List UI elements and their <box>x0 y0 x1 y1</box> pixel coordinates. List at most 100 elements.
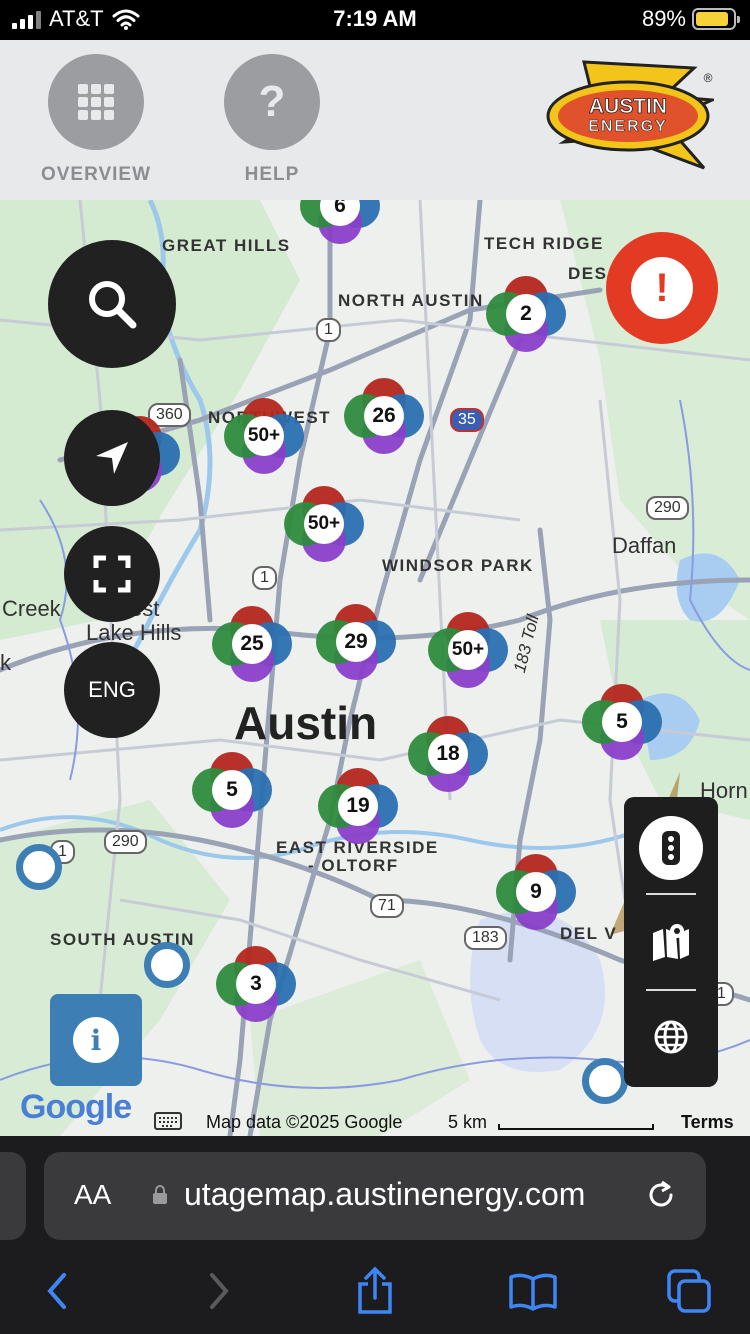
satellite-layer-button[interactable] <box>624 1019 718 1055</box>
outage-cluster[interactable]: 26 <box>344 376 424 456</box>
globe-icon <box>654 1020 688 1054</box>
cluster-count: 2 <box>506 294 546 334</box>
outage-cluster[interactable]: 2 <box>486 274 566 354</box>
label-des: DES <box>568 264 608 283</box>
address-bar[interactable]: AA utagemap.austinenergy.com <box>44 1152 706 1240</box>
reload-icon[interactable] <box>644 1178 678 1212</box>
outage-cluster[interactable]: 3 <box>216 944 296 1024</box>
fullscreen-icon <box>93 555 131 593</box>
label-west-lake-hills-2: Lake Hills <box>86 620 182 645</box>
forward-button[interactable] <box>194 1266 244 1316</box>
outage-map[interactable]: GREAT HILLS TECH RIDGE DES NORTH AUSTIN … <box>0 200 750 1136</box>
fullscreen-button[interactable] <box>64 526 160 622</box>
tabs-icon <box>667 1269 711 1313</box>
label-creek: Creek <box>2 596 61 621</box>
battery-icon <box>692 8 740 30</box>
outage-cluster[interactable]: 5 <box>192 750 272 830</box>
chevron-left-icon <box>47 1273 66 1309</box>
previous-tab-stub[interactable] <box>0 1152 26 1240</box>
cluster-count: 18 <box>428 734 468 774</box>
alert-icon: ! <box>631 257 693 319</box>
outage-cluster[interactable]: 5 <box>582 682 662 762</box>
single-outage-marker[interactable] <box>16 844 62 890</box>
help-label: HELP <box>244 164 300 185</box>
app-header: OVERVIEW ? HELP AUSTIN ENERGY ® <box>0 40 750 200</box>
map-attribution: Map data ©2025 Google 5 km Terms <box>0 1108 750 1136</box>
interstate-shield: 35 <box>450 408 484 432</box>
my-location-button[interactable] <box>64 410 160 506</box>
info-icon: i <box>73 1017 119 1063</box>
single-outage-marker[interactable] <box>144 942 190 988</box>
cluster-count: 19 <box>338 786 378 826</box>
outage-cluster[interactable]: 50+ <box>284 484 364 564</box>
cluster-count: 50+ <box>304 504 344 544</box>
traffic-light-layer-button[interactable] <box>624 815 718 881</box>
cluster-count: 25 <box>232 624 272 664</box>
share-icon <box>358 1266 392 1314</box>
label-k: k <box>0 650 11 675</box>
cluster-count: 5 <box>212 770 252 810</box>
outage-cluster[interactable]: 50+ <box>428 610 508 690</box>
label-tech-ridge: TECH RIDGE <box>484 234 604 253</box>
logo-text-energy: ENERGY <box>588 118 668 135</box>
map-layer-button[interactable] <box>624 921 718 961</box>
logo-text-austin: AUSTIN <box>589 95 667 118</box>
cluster-count: 50+ <box>244 416 284 456</box>
bookmarks-button[interactable] <box>508 1266 558 1316</box>
cluster-count: 5 <box>602 702 642 742</box>
scale-bar <box>498 1124 654 1130</box>
help-button[interactable]: ? HELP <box>212 54 332 186</box>
highway-shield: 1 <box>252 566 277 590</box>
highway-shield: 290 <box>104 830 147 854</box>
back-button[interactable] <box>32 1266 82 1316</box>
outage-cluster[interactable]: 25 <box>212 604 292 684</box>
search-button[interactable] <box>48 240 176 368</box>
outage-cluster[interactable]: 9 <box>496 852 576 932</box>
highway-shield: 290 <box>646 496 689 520</box>
highway-shield: 1 <box>316 318 341 342</box>
label-great-hills: GREAT HILLS <box>162 236 291 255</box>
outage-cluster[interactable]: 29 <box>316 602 396 682</box>
tabs-button[interactable] <box>664 1266 714 1316</box>
map-data-text: Map data ©2025 Google <box>206 1112 403 1132</box>
outage-alert-button[interactable]: ! <box>606 232 718 344</box>
overview-button[interactable]: OVERVIEW <box>36 54 156 186</box>
label-north-austin: NORTH AUSTIN <box>338 291 484 310</box>
outage-cluster[interactable]: 18 <box>408 714 488 794</box>
text-size-button[interactable]: AA <box>74 1179 111 1211</box>
book-icon <box>509 1273 557 1311</box>
battery-percent: 89% <box>641 6 686 31</box>
search-icon <box>89 281 137 329</box>
language-button[interactable]: ENG <box>64 642 160 738</box>
label-daffan: Daffan <box>612 533 677 558</box>
outage-cluster[interactable]: 50+ <box>224 396 304 476</box>
outage-cluster[interactable]: 19 <box>318 766 398 846</box>
cluster-count: 9 <box>516 872 556 912</box>
traffic-light-icon <box>639 816 703 880</box>
navigation-arrow-icon <box>96 442 128 474</box>
map-icon <box>653 924 689 961</box>
terms-link[interactable]: Terms <box>681 1112 734 1133</box>
clock: 7:19 AM <box>333 6 417 31</box>
scale-label: 5 km <box>448 1112 488 1132</box>
url-text: utagemap.austinenergy.com <box>184 1176 586 1212</box>
browser-toolbar: AA utagemap.austinenergy.com <box>0 1136 750 1334</box>
cluster-count: 26 <box>364 396 404 436</box>
label-windsor-park: WINDSOR PARK <box>382 556 534 575</box>
registered-mark: ® <box>704 71 713 85</box>
outage-cluster[interactable]: 6 <box>300 200 380 246</box>
label-austin: Austin <box>234 697 378 749</box>
cluster-count: 3 <box>236 964 276 1004</box>
austin-energy-logo: AUSTIN ENERGY ® <box>546 60 714 170</box>
highway-shield: 71 <box>370 894 404 918</box>
cluster-count: 50+ <box>448 630 488 670</box>
overview-label: OVERVIEW <box>40 164 152 185</box>
info-button[interactable]: i <box>50 994 142 1086</box>
cluster-count: 29 <box>336 622 376 662</box>
keyboard-icon[interactable] <box>154 1112 182 1135</box>
help-icon: ? <box>258 77 286 126</box>
single-outage-marker[interactable] <box>582 1058 628 1104</box>
status-bar: AT&T 7:19 AM 89% <box>0 0 750 40</box>
chevron-right-icon <box>210 1273 229 1309</box>
share-button[interactable] <box>350 1266 400 1316</box>
